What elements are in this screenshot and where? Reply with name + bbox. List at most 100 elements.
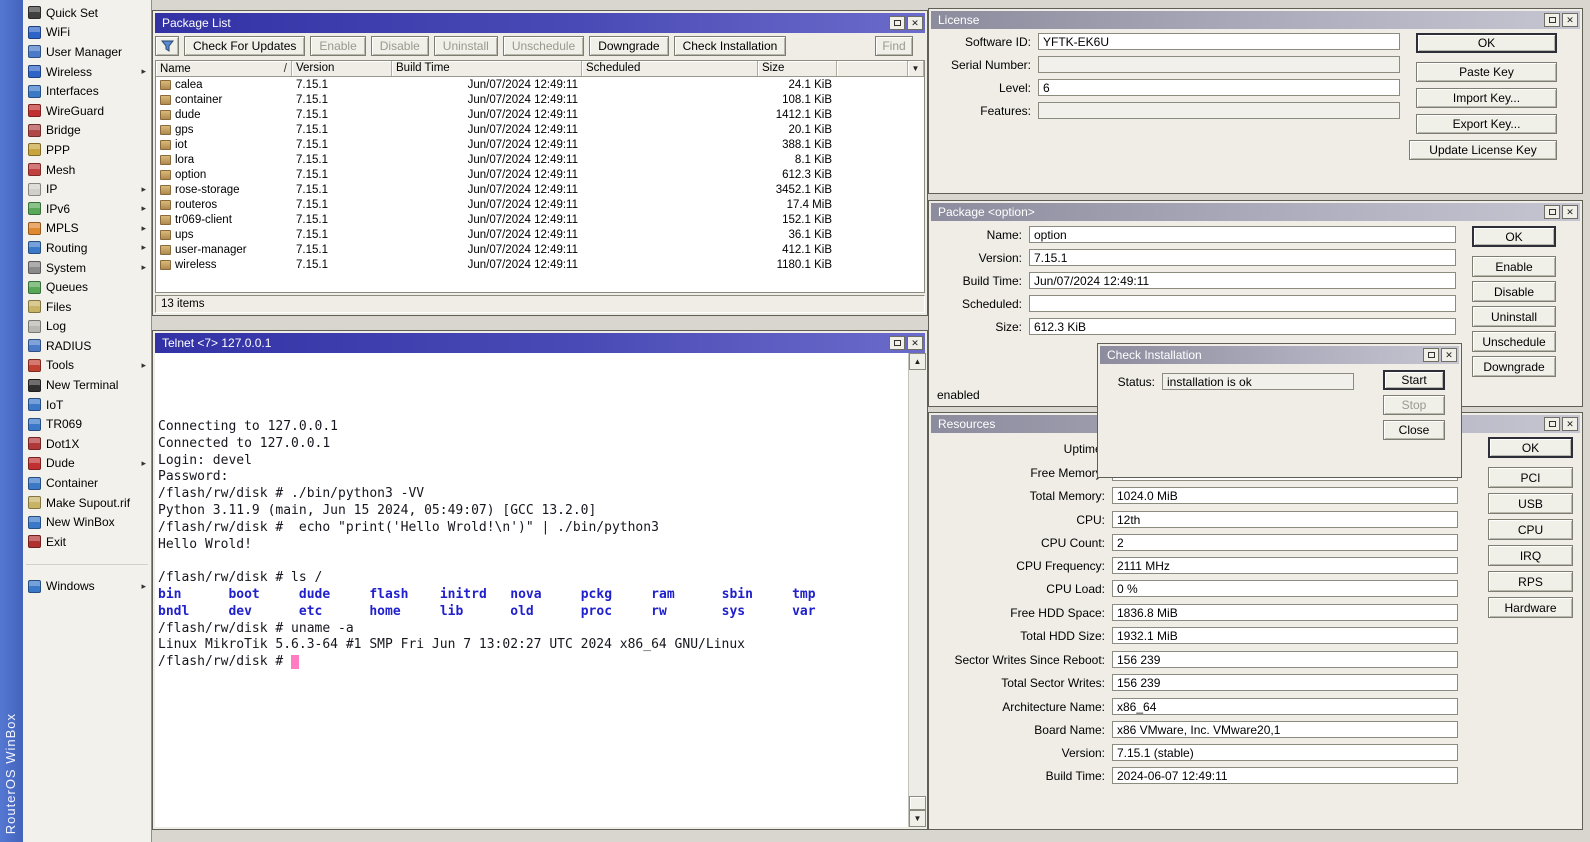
total-hdd-size-input[interactable]	[1112, 627, 1458, 644]
sidebar-item-tr069[interactable]: TR069	[23, 414, 151, 434]
check-installation-titlebar[interactable]: Check Installation ✕	[1100, 346, 1459, 364]
table-row[interactable]: gps7.15.1Jun/07/2024 12:49:1120.1 KiB	[156, 122, 924, 137]
rps-button[interactable]: RPS	[1488, 571, 1573, 592]
scheduled-input[interactable]	[1029, 295, 1456, 312]
sidebar-item-log[interactable]: Log	[23, 317, 151, 337]
sidebar-item-iot[interactable]: IoT	[23, 395, 151, 415]
scroll-up-icon[interactable]: ▲	[909, 353, 926, 370]
usb-button[interactable]: USB	[1488, 493, 1573, 514]
disable-button[interactable]: Disable	[371, 36, 429, 56]
version-input[interactable]	[1029, 249, 1456, 266]
package-option-titlebar[interactable]: Package <option> ✕	[931, 203, 1580, 221]
sidebar-item-interfaces[interactable]: Interfaces	[23, 81, 151, 101]
sidebar-item-ppp[interactable]: PPP	[23, 140, 151, 160]
update-license-key-button[interactable]: Update License Key	[1409, 140, 1557, 160]
ok-button[interactable]: OK	[1488, 437, 1573, 458]
close-icon[interactable]: ✕	[1562, 205, 1578, 219]
table-row[interactable]: user-manager7.15.1Jun/07/2024 12:49:1141…	[156, 242, 924, 257]
ok-button[interactable]: OK	[1472, 226, 1556, 247]
license-titlebar[interactable]: License ✕	[931, 11, 1580, 29]
table-row[interactable]: routeros7.15.1Jun/07/2024 12:49:1117.4 M…	[156, 197, 924, 212]
stop-button[interactable]: Stop	[1383, 395, 1445, 415]
close-icon[interactable]: ✕	[907, 336, 923, 350]
uninstall-button[interactable]: Uninstall	[1472, 306, 1556, 327]
sidebar-item-routing[interactable]: Routing▸	[23, 238, 151, 258]
cpu-button[interactable]: CPU	[1488, 519, 1573, 540]
status-input[interactable]	[1162, 373, 1354, 390]
find-button[interactable]: Find	[875, 36, 913, 56]
cpu-frequency-input[interactable]	[1112, 557, 1458, 574]
sidebar-item-files[interactable]: Files	[23, 297, 151, 317]
cpu-load-input[interactable]	[1112, 580, 1458, 597]
check-installation-button[interactable]: Check Installation	[674, 36, 787, 56]
table-row[interactable]: lora7.15.1Jun/07/2024 12:49:118.1 KiB	[156, 152, 924, 167]
cpu-input[interactable]	[1112, 511, 1458, 528]
table-row[interactable]: iot7.15.1Jun/07/2024 12:49:11388.1 KiB	[156, 137, 924, 152]
scrollbar-thumb[interactable]	[909, 796, 926, 810]
close-button[interactable]: Close	[1383, 420, 1445, 440]
sidebar-item-exit[interactable]: Exit	[23, 532, 151, 552]
table-row[interactable]: option7.15.1Jun/07/2024 12:49:11612.3 Ki…	[156, 167, 924, 182]
sidebar-item-container[interactable]: Container	[23, 473, 151, 493]
import-key-button[interactable]: Import Key...	[1416, 88, 1557, 108]
maximize-button[interactable]	[1544, 13, 1560, 27]
close-icon[interactable]: ✕	[1562, 13, 1578, 27]
sidebar-item-mesh[interactable]: Mesh	[23, 160, 151, 180]
export-key-button[interactable]: Export Key...	[1416, 114, 1557, 134]
close-icon[interactable]: ✕	[1562, 417, 1578, 431]
column-header-scheduled[interactable]: Scheduled	[582, 61, 758, 76]
column-header-version[interactable]: Version	[292, 61, 392, 76]
close-icon[interactable]: ✕	[907, 16, 923, 30]
maximize-button[interactable]	[889, 336, 905, 350]
column-header-name[interactable]: Name /	[156, 61, 292, 76]
sidebar-item-dude[interactable]: Dude▸	[23, 454, 151, 474]
sidebar-item-make-supout-rif[interactable]: Make Supout.rif	[23, 493, 151, 513]
enable-button[interactable]: Enable	[310, 36, 365, 56]
downgrade-button[interactable]: Downgrade	[589, 36, 668, 56]
table-row[interactable]: container7.15.1Jun/07/2024 12:49:11108.1…	[156, 92, 924, 107]
unschedule-button[interactable]: Unschedule	[503, 36, 584, 56]
table-row[interactable]: tr069-client7.15.1Jun/07/2024 12:49:1115…	[156, 212, 924, 227]
sidebar-item-new-winbox[interactable]: New WinBox	[23, 512, 151, 532]
sidebar-item-wireguard[interactable]: WireGuard	[23, 101, 151, 121]
sidebar-item-ipv6[interactable]: IPv6▸	[23, 199, 151, 219]
sidebar-item-queues[interactable]: Queues	[23, 277, 151, 297]
size-input[interactable]	[1029, 318, 1456, 335]
start-button[interactable]: Start	[1383, 370, 1445, 390]
terminal-output[interactable]: Connecting to 127.0.0.1 Connected to 127…	[155, 353, 925, 827]
serial-number-input[interactable]	[1038, 56, 1400, 73]
sidebar-item-windows[interactable]: Windows▸	[23, 577, 151, 597]
table-row[interactable]: ups7.15.1Jun/07/2024 12:49:1136.1 KiB	[156, 227, 924, 242]
sector-writes-since-reboot-input[interactable]	[1112, 651, 1458, 668]
sidebar-item-wifi[interactable]: WiFi	[23, 23, 151, 43]
sidebar-item-user-manager[interactable]: User Manager	[23, 42, 151, 62]
sidebar-item-system[interactable]: System▸	[23, 258, 151, 278]
filter-button[interactable]	[155, 36, 179, 56]
architecture-name-input[interactable]	[1112, 698, 1458, 715]
version-input[interactable]	[1112, 744, 1458, 761]
check-for-updates-button[interactable]: Check For Updates	[184, 36, 305, 56]
downgrade-button[interactable]: Downgrade	[1472, 356, 1556, 377]
terminal-scrollbar[interactable]: ▲ ▼	[908, 353, 925, 827]
enable-button[interactable]: Enable	[1472, 256, 1556, 277]
sidebar-item-mpls[interactable]: MPLS▸	[23, 219, 151, 239]
maximize-button[interactable]	[1423, 348, 1439, 362]
column-select-dropdown[interactable]: ▼	[907, 61, 924, 76]
maximize-button[interactable]	[889, 16, 905, 30]
sidebar-item-wireless[interactable]: Wireless▸	[23, 62, 151, 82]
board-name-input[interactable]	[1112, 721, 1458, 738]
level-input[interactable]	[1038, 79, 1400, 96]
paste-key-button[interactable]: Paste Key	[1416, 62, 1557, 82]
package-list-titlebar[interactable]: Package List ✕	[155, 13, 925, 33]
name-input[interactable]	[1029, 226, 1456, 243]
column-header-build-time[interactable]: Build Time	[392, 61, 582, 76]
cpu-count-input[interactable]	[1112, 534, 1458, 551]
close-icon[interactable]: ✕	[1441, 348, 1457, 362]
irq-button[interactable]: IRQ	[1488, 545, 1573, 566]
table-row[interactable]: dude7.15.1Jun/07/2024 12:49:111412.1 KiB	[156, 107, 924, 122]
ok-button[interactable]: OK	[1416, 33, 1557, 53]
table-row[interactable]: calea7.15.1Jun/07/2024 12:49:1124.1 KiB	[156, 77, 924, 92]
total-sector-writes-input[interactable]	[1112, 674, 1458, 691]
column-header-size[interactable]: Size	[758, 61, 837, 76]
free-hdd-space-input[interactable]	[1112, 604, 1458, 621]
